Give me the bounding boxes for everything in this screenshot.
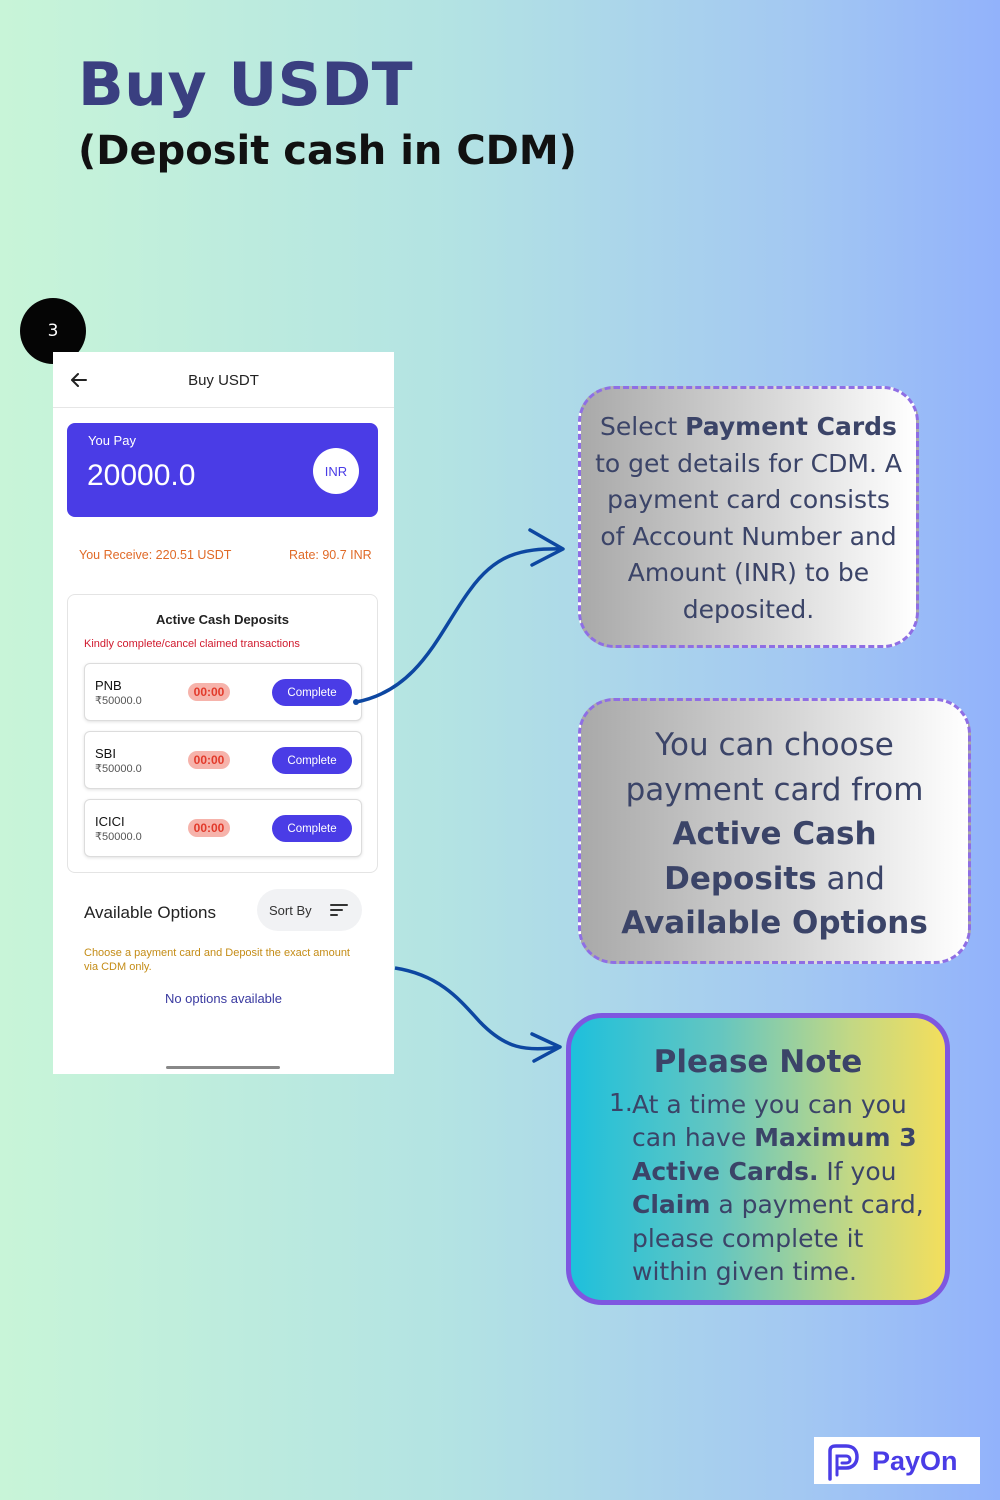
callout-bold: Payment Cards xyxy=(685,412,897,441)
deposit-bank: ICICI xyxy=(95,814,125,829)
rate-text: Rate: 90.7 INR xyxy=(289,548,372,562)
please-note-callout: Please Note 1. At a time you can you can… xyxy=(566,1013,950,1305)
payon-logo-text: PayOn xyxy=(872,1446,958,1476)
sort-by-label: Sort By xyxy=(269,903,312,918)
payon-logo: PayOn xyxy=(814,1437,980,1484)
deposit-bank: PNB xyxy=(95,678,122,693)
arrow-head-1 xyxy=(528,528,565,567)
home-indicator xyxy=(166,1066,280,1069)
deposit-row[interactable]: PNB ₹50000.0 00:00 Complete xyxy=(84,663,362,721)
deposit-row[interactable]: SBI ₹50000.0 00:00 Complete xyxy=(84,731,362,789)
deposit-timer: 00:00 xyxy=(188,683,230,701)
no-options-text: No options available xyxy=(164,991,283,1006)
arrow-to-note xyxy=(394,966,561,1051)
active-cash-deposits: Active Cash Deposits Kindly complete/can… xyxy=(67,594,378,873)
screen-title: Buy USDT xyxy=(188,372,259,389)
you-pay-amount[interactable]: 20000.0 xyxy=(87,459,195,493)
available-options-note: Choose a payment card and Deposit the ex… xyxy=(84,947,350,973)
you-receive-text: You Receive: 220.51 USDT xyxy=(79,548,232,562)
active-deposits-warning: Kindly complete/cancel claimed transacti… xyxy=(84,638,300,650)
callout-bold: Available Options xyxy=(621,905,928,941)
available-options-title: Available Options xyxy=(84,903,216,922)
note-title: Please Note xyxy=(653,1044,863,1080)
complete-button[interactable]: Complete xyxy=(272,747,352,774)
deposit-amount: ₹50000.0 xyxy=(95,831,142,843)
you-pay-label: You Pay xyxy=(88,433,136,448)
deposit-row[interactable]: ICICI ₹50000.0 00:00 Complete xyxy=(84,799,362,857)
note-plain: If you xyxy=(818,1156,897,1186)
complete-button[interactable]: Complete xyxy=(272,815,352,842)
active-deposits-title: Active Cash Deposits xyxy=(156,612,289,627)
callout-text: Select xyxy=(600,412,686,441)
sort-by-button[interactable]: Sort By xyxy=(257,889,362,931)
deposit-bank: SBI xyxy=(95,746,116,761)
you-pay-card: You Pay 20000.0 INR xyxy=(67,423,378,517)
payment-cards-callout: Select Payment Cards to get details for … xyxy=(578,386,919,648)
page-title: Buy USDT xyxy=(78,50,414,120)
deposit-timer: 00:00 xyxy=(188,819,230,837)
callout-text: You can choose payment card from xyxy=(625,727,924,808)
deposit-amount: ₹50000.0 xyxy=(95,695,142,707)
phone-screenshot: Buy USDT You Pay 20000.0 INR You Receive… xyxy=(53,352,394,1074)
sort-icon xyxy=(330,904,348,916)
note-number: 1. xyxy=(609,1088,633,1117)
app-header: Buy USDT xyxy=(53,352,394,408)
currency-badge[interactable]: INR xyxy=(313,448,359,494)
page-subtitle: (Deposit cash in CDM) xyxy=(78,128,577,174)
deposit-timer: 00:00 xyxy=(188,751,230,769)
complete-button[interactable]: Complete xyxy=(272,679,352,706)
note-text: At a time you can you can have Maximum 3… xyxy=(632,1088,932,1288)
deposit-amount: ₹50000.0 xyxy=(95,763,142,775)
arrow-head-2 xyxy=(530,1032,562,1063)
callout-text: and xyxy=(816,860,885,897)
choose-card-callout: You can choose payment card from Active … xyxy=(578,698,971,964)
note-bold: Claim xyxy=(632,1190,711,1220)
callout-text: to get details for CDM. A payment card c… xyxy=(595,448,902,624)
payon-logo-icon xyxy=(828,1444,859,1481)
receive-row: You Receive: 220.51 USDT Rate: 90.7 INR xyxy=(79,548,374,562)
